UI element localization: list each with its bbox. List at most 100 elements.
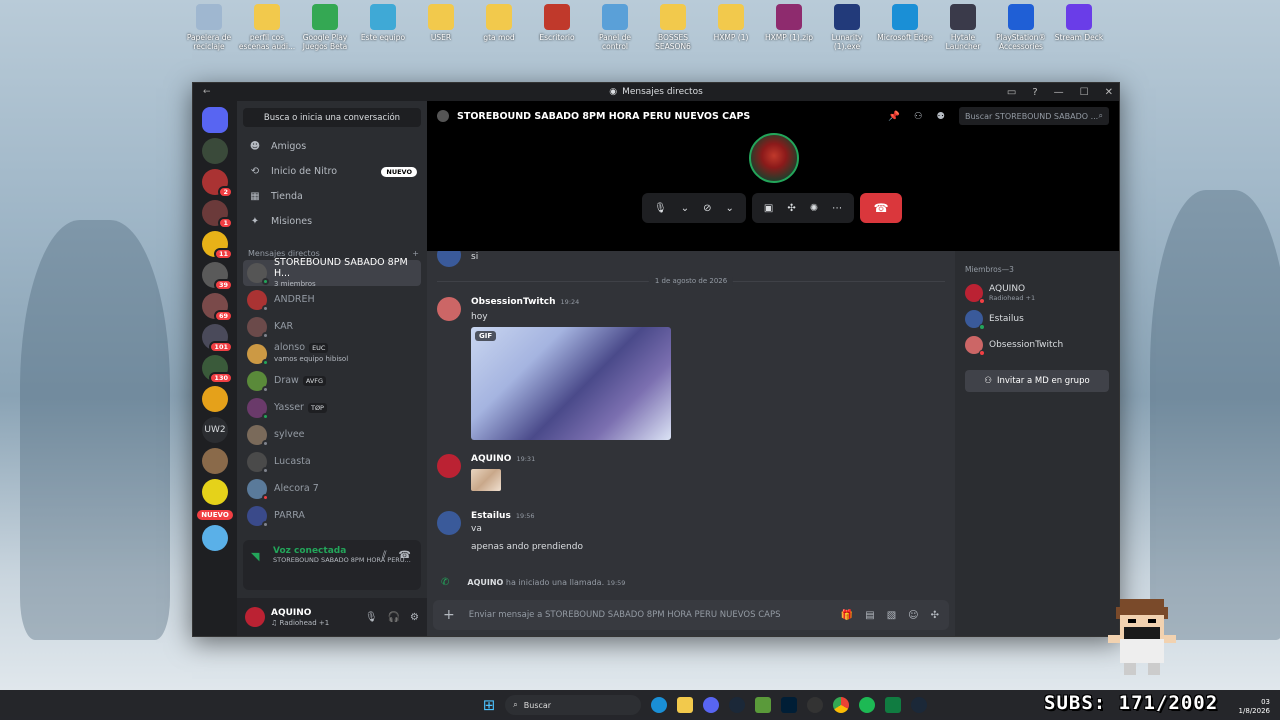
desktop-icon[interactable]: BOSSES SEASON6 bbox=[644, 4, 702, 51]
desktop-icon[interactable]: PlayStation® Accessories bbox=[992, 4, 1050, 51]
pin-icon[interactable]: 📌 bbox=[888, 111, 900, 122]
steam-icon[interactable] bbox=[729, 697, 746, 713]
desktop-icon[interactable]: Microsoft Edge bbox=[876, 4, 934, 51]
emoji-icon[interactable]: ☺ bbox=[908, 610, 918, 621]
desktop-icon[interactable]: Lunarity (1).exe bbox=[818, 4, 876, 51]
soundboard-icon[interactable]: ✺ bbox=[810, 203, 818, 214]
server-icon[interactable]: 130 bbox=[202, 355, 233, 384]
desktop-icon[interactable]: gta mod bbox=[470, 4, 528, 51]
avatar[interactable] bbox=[245, 607, 265, 627]
invite-button[interactable]: ⚇ Invitar a MD en grupo bbox=[965, 370, 1109, 392]
server-icon[interactable]: 39 bbox=[202, 262, 233, 291]
screen-share-icon[interactable]: ▣ bbox=[764, 203, 773, 214]
minecraft-icon[interactable] bbox=[755, 697, 772, 713]
hang-up-button[interactable]: ☎ bbox=[860, 193, 903, 223]
avatar[interactable] bbox=[437, 511, 461, 535]
dm-item[interactable]: Alecora 7 bbox=[237, 475, 427, 502]
chevron-down-icon[interactable]: ⌄ bbox=[681, 203, 689, 214]
dm-item[interactable]: sylvee bbox=[237, 421, 427, 448]
microphone-icon[interactable]: 🎙 bbox=[365, 612, 378, 623]
gif-picker-icon[interactable]: ▤ bbox=[865, 610, 874, 621]
chevron-down-icon[interactable]: ⌄ bbox=[725, 203, 733, 214]
dm-item[interactable]: KAR bbox=[237, 313, 427, 340]
activities-icon[interactable]: ✣ bbox=[787, 203, 795, 214]
avatar[interactable] bbox=[437, 297, 461, 321]
member-item[interactable]: AQUINO Radiohead +1 bbox=[965, 280, 1109, 306]
desktop-icon[interactable]: USER bbox=[412, 4, 470, 51]
dm-item[interactable]: PARRA bbox=[237, 502, 427, 529]
discord-home-icon[interactable] bbox=[202, 107, 228, 133]
dm-item[interactable]: Draw AVFG bbox=[237, 367, 427, 394]
avatar[interactable] bbox=[437, 454, 461, 478]
server-icon[interactable]: UW2 bbox=[202, 417, 228, 443]
nav-missions[interactable]: ✦ Misiones bbox=[237, 209, 427, 234]
members-icon[interactable]: ⚉ bbox=[936, 111, 945, 122]
system-clock[interactable]: 03 1/8/2026 bbox=[1239, 698, 1270, 716]
server-icon[interactable] bbox=[202, 525, 228, 551]
server-icon[interactable]: 1 bbox=[202, 200, 233, 229]
server-icon[interactable] bbox=[202, 448, 228, 474]
desktop-icon[interactable]: HXMP (1) bbox=[702, 4, 760, 51]
desktop-icon[interactable]: Google Play Juegos Beta bbox=[296, 4, 354, 51]
find-conversation-button[interactable]: Busca o inicia una conversación bbox=[243, 108, 421, 127]
maximize-button[interactable]: ☐ bbox=[1080, 87, 1089, 98]
discord-icon[interactable] bbox=[703, 697, 720, 713]
message-author[interactable]: AQUINO bbox=[471, 454, 511, 464]
inbox-icon[interactable]: ▭ bbox=[1007, 87, 1016, 98]
search-input[interactable]: Buscar STOREBOUND SABADO ... ⌕ bbox=[959, 107, 1109, 125]
nav-nitro[interactable]: ⟲ Inicio de Nitro NUEVO bbox=[237, 159, 427, 184]
dm-item[interactable]: Lucasta bbox=[237, 448, 427, 475]
server-icon[interactable]: 11 bbox=[202, 231, 233, 260]
more-icon[interactable]: ⋯ bbox=[832, 203, 842, 214]
dm-item[interactable]: ANDREH bbox=[237, 286, 427, 313]
desktop-icon[interactable]: Panel de control bbox=[586, 4, 644, 51]
message-author[interactable]: Estailus bbox=[471, 511, 511, 521]
desktop-icon[interactable]: Hytale Launcher bbox=[934, 4, 992, 51]
desktop-icon[interactable]: HXMP (1).zip bbox=[760, 4, 818, 51]
message-composer[interactable]: + Enviar mensaje a STOREBOUND SABADO 8PM… bbox=[433, 600, 949, 630]
dm-item[interactable]: STOREBOUND SABADO 8PM H... 3 miembros bbox=[243, 257, 421, 288]
gear-icon[interactable]: ⚙ bbox=[410, 612, 419, 623]
windows-start-icon[interactable]: ⊞ bbox=[483, 696, 496, 714]
disconnect-icon[interactable]: ☎ bbox=[399, 550, 411, 561]
camera-off-icon[interactable]: ⊘ bbox=[703, 203, 711, 214]
edge-icon[interactable] bbox=[651, 697, 668, 713]
desktop-icon[interactable]: Escritorio bbox=[528, 4, 586, 51]
server-icon[interactable] bbox=[202, 479, 228, 505]
desktop-icon[interactable]: perfil cos escenas audi... bbox=[238, 4, 296, 51]
excel-icon[interactable] bbox=[885, 697, 902, 713]
server-icon[interactable]: 2 bbox=[202, 169, 233, 198]
speaking-avatar[interactable] bbox=[749, 133, 799, 183]
file-explorer-icon[interactable] bbox=[677, 697, 694, 713]
steam-icon[interactable] bbox=[911, 697, 928, 713]
microphone-icon[interactable]: 🎙 bbox=[654, 203, 667, 214]
apps-icon[interactable]: ✣ bbox=[931, 610, 939, 621]
gift-icon[interactable]: 🎁 bbox=[841, 610, 853, 621]
server-icon[interactable] bbox=[202, 386, 228, 412]
spotify-icon[interactable] bbox=[859, 697, 876, 713]
help-icon[interactable]: ? bbox=[1032, 87, 1037, 98]
server-icon[interactable]: 101 bbox=[202, 324, 233, 353]
desktop-icon[interactable]: Stream Deck bbox=[1050, 4, 1108, 51]
noise-suppression-icon[interactable]: ⫽ bbox=[382, 550, 386, 561]
back-arrow-icon[interactable]: ← bbox=[203, 87, 211, 97]
sticker-icon[interactable]: ▧ bbox=[887, 610, 896, 621]
system-author[interactable]: AQUINO bbox=[467, 578, 503, 587]
close-button[interactable]: ✕ bbox=[1105, 87, 1113, 98]
member-item[interactable]: Estailus bbox=[965, 306, 1109, 332]
desktop-icon[interactable]: Papelera de reciclaje bbox=[180, 4, 238, 51]
desktop-icon[interactable]: Este equipo bbox=[354, 4, 412, 51]
add-friends-icon[interactable]: ⚇ bbox=[914, 111, 923, 122]
avatar[interactable] bbox=[437, 251, 461, 267]
image-attachment[interactable] bbox=[471, 469, 501, 491]
nav-friends[interactable]: ☻ Amigos bbox=[237, 134, 427, 159]
obs-icon[interactable] bbox=[807, 697, 824, 713]
chrome-icon[interactable] bbox=[833, 697, 850, 713]
gif-image[interactable]: GIF bbox=[471, 327, 671, 440]
message-author[interactable]: ObsessionTwitch bbox=[471, 297, 556, 307]
headphones-icon[interactable]: 🎧 bbox=[388, 612, 400, 623]
nav-shop[interactable]: ▦ Tienda bbox=[237, 184, 427, 209]
taskbar-search[interactable]: ⌕ Buscar bbox=[505, 695, 642, 715]
add-attachment-icon[interactable]: + bbox=[443, 607, 455, 623]
photoshop-icon[interactable] bbox=[781, 697, 798, 713]
